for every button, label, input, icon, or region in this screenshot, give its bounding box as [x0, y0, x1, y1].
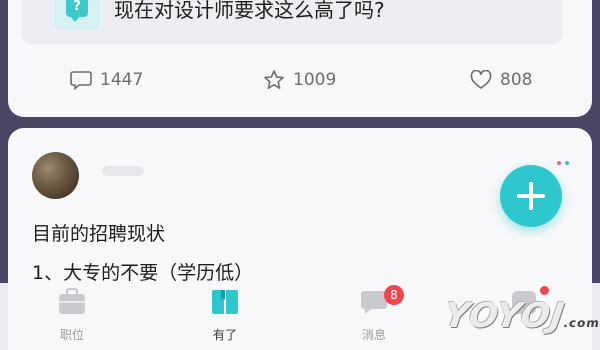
question-bubble-icon: ? — [54, 0, 100, 30]
post-text-line: 1、大专的不要（学历低） — [32, 262, 254, 284]
briefcase-icon — [57, 287, 87, 316]
author-name-placeholder — [102, 166, 144, 176]
tab-jobs[interactable]: 职位 — [32, 287, 112, 343]
post-text-line: 目前的招聘现状 — [32, 223, 166, 245]
decor-dot — [565, 161, 569, 165]
star-count-button[interactable]: 1009 — [263, 66, 336, 94]
decor-dot — [557, 161, 561, 165]
comment-count: 1447 — [100, 70, 144, 90]
heart-icon — [470, 70, 492, 89]
star-count: 1009 — [293, 70, 337, 90]
tab-label: 消息 — [361, 328, 386, 342]
notification-dot — [540, 286, 549, 295]
like-count: 808 — [500, 70, 533, 90]
tab-label: 有了 — [212, 328, 237, 342]
comment-count-button[interactable]: 1447 — [70, 66, 143, 94]
tab-label: 职位 — [59, 328, 84, 342]
watermark-logo: YOYOJ.com — [441, 296, 600, 336]
avatar[interactable] — [32, 152, 79, 199]
book-icon — [210, 288, 240, 316]
star-icon — [264, 70, 284, 89]
tab-youle[interactable]: 有了 — [185, 288, 265, 343]
question-box[interactable]: ? 现在对设计师要求这么高了吗? — [22, 0, 562, 44]
comment-icon — [70, 71, 92, 90]
add-post-button[interactable] — [500, 165, 562, 227]
message-badge: 8 — [384, 285, 404, 305]
like-count-button[interactable]: 808 — [470, 66, 532, 94]
question-title[interactable]: 现在对设计师要求这么高了吗? — [114, 0, 385, 23]
